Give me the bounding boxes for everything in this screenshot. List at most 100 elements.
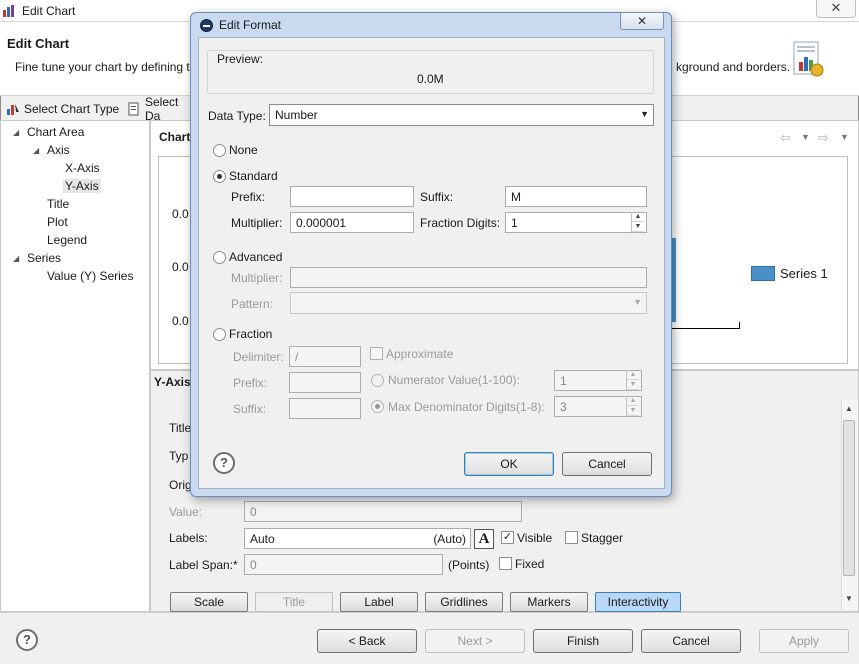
collapse-triangle-icon[interactable]: ◢ bbox=[33, 146, 39, 155]
apply-button[interactable]: Apply bbox=[759, 629, 849, 653]
select-data-label: Select Da bbox=[145, 95, 179, 123]
pattern-select[interactable]: ▼ bbox=[290, 292, 647, 314]
tree-item-title[interactable]: Title bbox=[47, 197, 69, 211]
tree-item-x-axis[interactable]: X-Axis bbox=[65, 161, 100, 175]
value-label: Value: bbox=[169, 505, 203, 519]
cancel-button[interactable]: Cancel bbox=[641, 629, 741, 653]
chevron-down-icon[interactable]: ▼ bbox=[840, 132, 849, 142]
standard-radio[interactable] bbox=[213, 170, 226, 183]
fixed-label: Fixed bbox=[515, 557, 545, 571]
fraction-prefix-input[interactable] bbox=[289, 372, 361, 393]
multiplier-input[interactable]: 0.000001 bbox=[290, 212, 414, 233]
dialog-close-button[interactable]: ✕ bbox=[620, 12, 664, 30]
tree-item-axis[interactable]: Axis bbox=[47, 143, 70, 157]
dialog-help-icon[interactable]: ? bbox=[213, 452, 235, 474]
dialog-cancel-button[interactable]: Cancel bbox=[562, 452, 652, 476]
header-description-tail: kground and borders. bbox=[676, 60, 791, 74]
tree-item-value-series[interactable]: Value (Y) Series bbox=[47, 269, 133, 283]
tree-item-legend[interactable]: Legend bbox=[47, 233, 87, 247]
chevron-down-icon[interactable]: ▼ bbox=[801, 132, 810, 142]
max-denominator-value: 3 bbox=[560, 400, 567, 414]
chevron-down-icon: ▼ bbox=[640, 109, 649, 119]
chart-outline-tree: ◢ Chart Area ◢ Axis X-Axis Y-Axis Title … bbox=[0, 120, 150, 612]
window-close-button[interactable]: ✕ bbox=[816, 0, 856, 18]
tab-gridlines[interactable]: Gridlines bbox=[425, 592, 503, 612]
max-denominator-radio[interactable] bbox=[371, 400, 384, 413]
tab-scale[interactable]: Scale bbox=[170, 592, 248, 612]
spin-down-icon[interactable]: ▼ bbox=[627, 406, 639, 416]
prefix-input[interactable] bbox=[290, 186, 414, 207]
tree-item-y-axis[interactable]: Y-Axis bbox=[63, 179, 101, 193]
arrow-left-icon[interactable]: ⇦ bbox=[780, 130, 791, 146]
fraction-label: Fraction bbox=[229, 327, 273, 341]
dialog-app-icon bbox=[200, 19, 213, 32]
max-denominator-stepper[interactable]: ▲ ▼ bbox=[626, 396, 639, 417]
tab-interactivity[interactable]: Interactivity bbox=[595, 592, 681, 612]
select-chart-type-label: Select Chart Type bbox=[24, 102, 120, 116]
scrollbar-thumb[interactable] bbox=[843, 420, 855, 576]
stagger-label: Stagger bbox=[581, 531, 624, 545]
font-editor-button[interactable]: A bbox=[474, 529, 494, 549]
suffix-input[interactable]: M bbox=[505, 186, 647, 207]
advanced-multiplier-input[interactable] bbox=[290, 267, 647, 288]
approximate-checkbox[interactable] bbox=[370, 347, 383, 360]
tree-item-chart-area[interactable]: Chart Area bbox=[27, 125, 84, 139]
numerator-value: 1 bbox=[560, 374, 567, 388]
labels-field[interactable]: Auto (Auto) bbox=[244, 528, 471, 549]
approximate-label: Approximate bbox=[386, 347, 454, 361]
label-span-field[interactable]: 0 bbox=[244, 554, 443, 575]
ok-button[interactable]: OK bbox=[464, 452, 554, 476]
next-button[interactable]: Next > bbox=[425, 629, 525, 653]
spin-up-icon[interactable]: ▲ bbox=[627, 370, 639, 380]
advanced-radio[interactable] bbox=[213, 251, 226, 264]
tab-label[interactable]: Label bbox=[340, 592, 418, 612]
spin-down-icon[interactable]: ▼ bbox=[627, 380, 639, 390]
scroll-down-icon[interactable]: ▼ bbox=[845, 594, 853, 603]
help-icon[interactable]: ? bbox=[16, 629, 38, 651]
stagger-checkbox[interactable] bbox=[565, 531, 578, 544]
type-label: Typ bbox=[169, 449, 189, 463]
tree-item-plot[interactable]: Plot bbox=[47, 215, 68, 229]
fixed-checkbox[interactable] bbox=[499, 557, 512, 570]
tree-item-series[interactable]: Series bbox=[27, 251, 61, 265]
back-button[interactable]: < Back bbox=[317, 629, 417, 653]
label-span-label: Label Span:* bbox=[169, 558, 238, 572]
numerator-stepper[interactable]: ▲ ▼ bbox=[626, 370, 639, 391]
y-tick-label: 0.0 bbox=[172, 207, 189, 221]
arrow-right-icon[interactable]: ⇨ bbox=[818, 130, 829, 146]
fraction-digits-stepper[interactable]: ▲ ▼ bbox=[631, 212, 644, 233]
select-chart-type-button[interactable]: Select Chart Type bbox=[6, 99, 119, 119]
header-description: Fine tune your chart by defining t bbox=[15, 60, 190, 74]
origin-value-field[interactable]: 0 bbox=[244, 501, 522, 522]
data-table-icon bbox=[127, 102, 141, 116]
tab-markers[interactable]: Markers bbox=[510, 592, 588, 612]
preview-label: Preview: bbox=[217, 52, 264, 66]
y-tick-label: 0.0 bbox=[172, 314, 189, 328]
fraction-digits-spinner[interactable]: 1 bbox=[505, 212, 647, 233]
visible-checkbox[interactable]: ✓ bbox=[501, 531, 514, 544]
multiplier-label: Multiplier: bbox=[231, 216, 283, 230]
points-unit-label: (Points) bbox=[448, 558, 490, 572]
scroll-up-icon[interactable]: ▲ bbox=[845, 404, 853, 413]
tab-title[interactable]: Title bbox=[255, 592, 333, 612]
max-denominator-label: Max Denominator Digits(1-8): bbox=[388, 400, 545, 414]
spin-up-icon[interactable]: ▲ bbox=[632, 212, 644, 222]
suffix-label: Suffix: bbox=[420, 190, 454, 204]
close-icon: ✕ bbox=[636, 14, 648, 28]
fraction-radio[interactable] bbox=[213, 328, 226, 341]
spin-up-icon[interactable]: ▲ bbox=[627, 396, 639, 406]
chevron-down-icon: ▼ bbox=[633, 297, 642, 307]
delimiter-input[interactable]: / bbox=[289, 346, 361, 367]
finish-button[interactable]: Finish bbox=[533, 629, 633, 653]
fraction-suffix-input[interactable] bbox=[289, 398, 361, 419]
data-type-select[interactable]: Number ▼ bbox=[269, 104, 654, 126]
header-title: Edit Chart bbox=[7, 36, 70, 51]
collapse-triangle-icon[interactable]: ◢ bbox=[13, 254, 19, 263]
numerator-radio[interactable] bbox=[371, 374, 384, 387]
collapse-triangle-icon[interactable]: ◢ bbox=[13, 128, 19, 137]
spin-down-icon[interactable]: ▼ bbox=[632, 222, 644, 232]
chart-app-icon bbox=[2, 4, 16, 18]
none-radio[interactable] bbox=[213, 144, 226, 157]
fraction-digits-label: Fraction Digits: bbox=[420, 216, 501, 230]
select-data-button[interactable]: Select Da bbox=[127, 95, 190, 123]
